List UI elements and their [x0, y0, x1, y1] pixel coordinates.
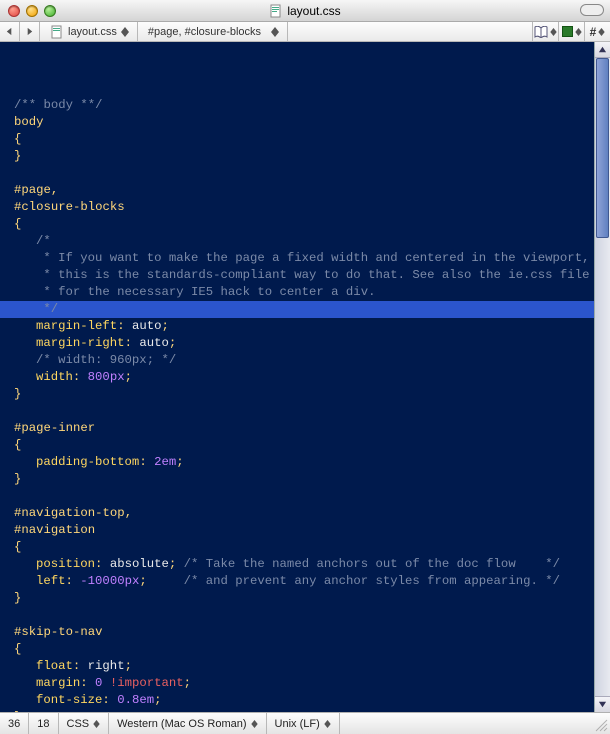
dropdown-chevrons-icon: [575, 28, 582, 36]
code-line[interactable]: #page-inner: [6, 420, 610, 437]
code-line[interactable]: /* width: 960px; */: [6, 352, 610, 369]
code-line[interactable]: }: [6, 709, 610, 712]
hash-icon: #: [590, 25, 597, 39]
code-line[interactable]: }: [6, 471, 610, 488]
resize-grip-icon[interactable]: [592, 716, 608, 732]
code-line[interactable]: {: [6, 539, 610, 556]
navigation-toolbar: layout.css #page, #closure-blocks: [0, 22, 610, 42]
code-line[interactable]: [6, 488, 610, 505]
code-line[interactable]: #page,: [6, 182, 610, 199]
cursor-line-value: 36: [8, 718, 20, 730]
code-line[interactable]: left: -10000px; /* and prevent any ancho…: [6, 573, 610, 590]
code-line[interactable]: /** body **/: [6, 97, 610, 114]
code-line[interactable]: {: [6, 641, 610, 658]
toolbar-toggle-button[interactable]: [580, 4, 604, 16]
code-line[interactable]: */: [6, 301, 610, 318]
language-mode-dropdown[interactable]: CSS: [59, 713, 110, 734]
file-dropdown-label: layout.css: [68, 26, 117, 38]
dropdown-chevrons-icon: [121, 27, 129, 37]
minimize-button[interactable]: [26, 5, 38, 17]
code-line[interactable]: }: [6, 386, 610, 403]
zoom-button[interactable]: [44, 5, 56, 17]
code-line[interactable]: #navigation-top,: [6, 505, 610, 522]
cursor-column[interactable]: 18: [29, 713, 58, 734]
breakpoints-menu[interactable]: #: [584, 22, 610, 41]
code-line[interactable]: margin-left: auto;: [6, 318, 610, 335]
code-line[interactable]: margin: 0 !important;: [6, 675, 610, 692]
code-line[interactable]: padding-bottom: 2em;: [6, 454, 610, 471]
bookmarks-menu[interactable]: [532, 22, 558, 41]
code-line[interactable]: [6, 607, 610, 624]
status-bar: 36 18 CSS Western (Mac OS Roman) Unix (L…: [0, 712, 610, 734]
code-content: /** body **/body{} #page,#closure-blocks…: [0, 93, 610, 712]
language-mode-value: CSS: [67, 718, 90, 730]
scroll-up-button[interactable]: [595, 42, 610, 58]
code-line[interactable]: margin-right: auto;: [6, 335, 610, 352]
window-title: layout.css: [287, 4, 340, 18]
dropdown-chevrons-icon: [251, 720, 258, 728]
code-line[interactable]: #closure-blocks: [6, 199, 610, 216]
code-line[interactable]: #navigation: [6, 522, 610, 539]
code-line[interactable]: body: [6, 114, 610, 131]
line-endings-dropdown[interactable]: Unix (LF): [267, 713, 340, 734]
dropdown-chevrons-icon: [93, 720, 100, 728]
history-forward-button[interactable]: [20, 22, 40, 41]
cursor-column-value: 18: [37, 718, 49, 730]
code-editor[interactable]: /** body **/body{} #page,#closure-blocks…: [0, 42, 610, 712]
counterpart-icon: [562, 26, 573, 37]
code-line[interactable]: width: 800px;: [6, 369, 610, 386]
symbol-dropdown-label: #page, #closure-blocks: [148, 26, 261, 38]
line-endings-value: Unix (LF): [275, 718, 320, 730]
code-line[interactable]: * for the necessary IE5 hack to center a…: [6, 284, 610, 301]
traffic-lights: [0, 5, 56, 17]
code-line[interactable]: }: [6, 148, 610, 165]
file-dropdown[interactable]: layout.css: [40, 22, 138, 41]
dropdown-chevrons-icon: [324, 720, 331, 728]
code-line[interactable]: [6, 165, 610, 182]
code-line[interactable]: {: [6, 131, 610, 148]
dropdown-chevrons-icon: [550, 28, 557, 36]
window-titlebar: layout.css: [0, 0, 610, 22]
book-icon: [534, 26, 548, 38]
code-line[interactable]: {: [6, 216, 610, 233]
encoding-value: Western (Mac OS Roman): [117, 718, 246, 730]
code-line[interactable]: [6, 403, 610, 420]
encoding-dropdown[interactable]: Western (Mac OS Roman): [109, 713, 266, 734]
history-back-button[interactable]: [0, 22, 20, 41]
close-button[interactable]: [8, 5, 20, 17]
code-line[interactable]: position: absolute; /* Take the named an…: [6, 556, 610, 573]
code-line[interactable]: font-size: 0.8em;: [6, 692, 610, 709]
code-line[interactable]: /*: [6, 233, 610, 250]
document-icon: [50, 25, 64, 39]
code-line[interactable]: float: right;: [6, 658, 610, 675]
code-line[interactable]: }: [6, 590, 610, 607]
document-icon: [269, 4, 283, 18]
dropdown-chevrons-icon: [598, 28, 605, 36]
counterpart-menu[interactable]: [558, 22, 584, 41]
cursor-line[interactable]: 36: [0, 713, 29, 734]
code-line[interactable]: * If you want to make the page a fixed w…: [6, 250, 610, 267]
dropdown-chevrons-icon: [271, 27, 279, 37]
symbol-dropdown[interactable]: #page, #closure-blocks: [138, 22, 288, 41]
code-line[interactable]: {: [6, 437, 610, 454]
code-line[interactable]: * this is the standards-compliant way to…: [6, 267, 610, 284]
code-line[interactable]: #skip-to-nav: [6, 624, 610, 641]
